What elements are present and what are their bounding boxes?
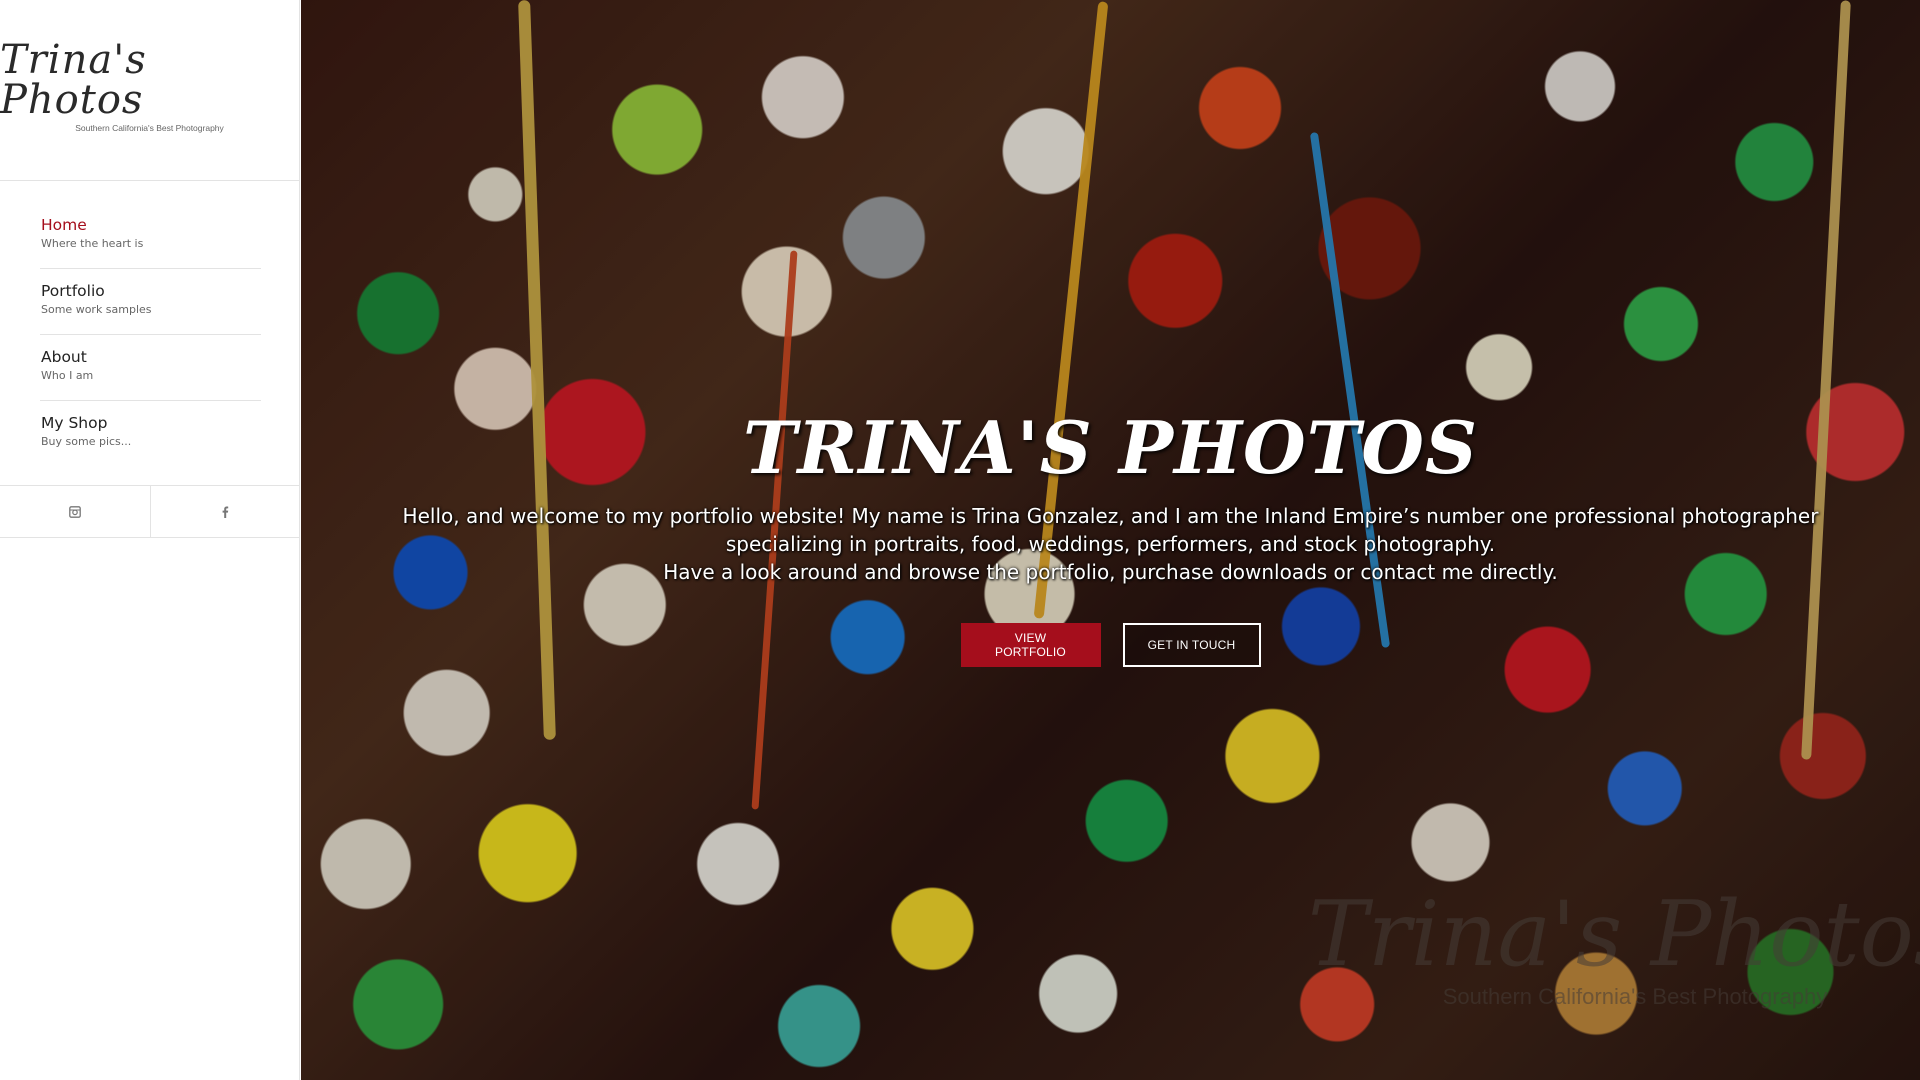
nav-item-my-shop[interactable]: My Shop Buy some pics...: [40, 413, 261, 467]
hero-section: Trina's Photos Southern California's Bes…: [301, 0, 1920, 1080]
hero-title: TRINA'S PHOTOS: [742, 405, 1479, 490]
instagram-link[interactable]: [0, 486, 150, 537]
nav-item-label: My Shop: [41, 414, 108, 432]
logo-title: Trina's Photos: [0, 36, 147, 123]
sidebar: Trina's Photos Southern California's Bes…: [0, 0, 300, 1080]
nav-item-home[interactable]: Home Where the heart is: [40, 215, 261, 269]
watermark-logo: Trina's Photos Southern California's Bes…: [1308, 890, 1920, 1010]
nav-item-description: Who I am: [41, 369, 94, 382]
facebook-icon: [222, 506, 229, 518]
main-nav: Home Where the heart is Portfolio Some w…: [0, 181, 299, 467]
logo-tagline: Southern California's Best Photography: [75, 122, 224, 133]
hero-buttons: VIEW PORTFOLIO GET IN TOUCH: [301, 623, 1920, 667]
hero-intro-line: Have a look around and browse the portfo…: [663, 560, 1558, 584]
instagram-icon: [68, 505, 81, 518]
hero-content: TRINA'S PHOTOS Hello, and welcome to my …: [301, 408, 1920, 667]
watermark-subtitle: Southern California's Best Photography: [1442, 984, 1828, 1009]
nav-item-about[interactable]: About Who I am: [40, 347, 261, 401]
nav-item-label: About: [41, 348, 87, 366]
nav-item-label: Home: [41, 216, 87, 234]
nav-item-description: Some work samples: [41, 303, 152, 316]
view-portfolio-button[interactable]: VIEW PORTFOLIO: [960, 623, 1101, 667]
get-in-touch-button[interactable]: GET IN TOUCH: [1122, 623, 1261, 667]
nav-item-portfolio[interactable]: Portfolio Some work samples: [40, 281, 261, 335]
nav-item-description: Where the heart is: [41, 237, 144, 250]
social-links: [0, 485, 300, 538]
hero-intro-line: specializing in portraits, food, wedding…: [725, 532, 1496, 556]
watermark-title: Trina's Photos: [1307, 882, 1920, 987]
hero-intro: Hello, and welcome to my portfolio websi…: [301, 502, 1920, 586]
site-logo[interactable]: Trina's Photos Southern California's Bes…: [0, 0, 299, 181]
hero-intro-line: Hello, and welcome to my portfolio websi…: [402, 504, 1819, 528]
nav-item-label: Portfolio: [41, 282, 105, 300]
facebook-link[interactable]: [149, 486, 301, 537]
nav-item-description: Buy some pics...: [41, 435, 132, 448]
